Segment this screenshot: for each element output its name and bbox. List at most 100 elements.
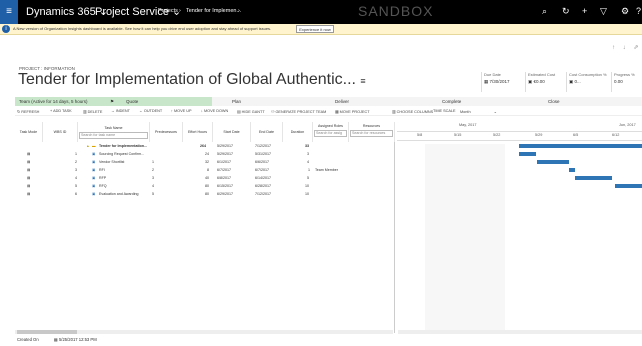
top-nav-bar: ≡ Dynamics 365 ⌄ Project Service ⌄ Proje… <box>0 0 642 24</box>
column-header-predecessors[interactable]: Predecessors <box>150 122 183 142</box>
gear-icon[interactable]: ⚙ <box>621 6 629 17</box>
table-row[interactable]: ▴ ▬ Tender for Implementation... 264 5/2… <box>15 143 395 150</box>
list-icon: ≡ <box>360 76 366 86</box>
lock-icon: ▣ <box>528 79 533 84</box>
gantt-bar[interactable] <box>615 184 642 188</box>
resources-search-input[interactable]: Search for resources <box>350 130 393 137</box>
task-icon: ▣ <box>92 160 96 164</box>
gantt-day-label: 5/8 <box>417 133 423 137</box>
filter-icon[interactable]: ▽ <box>600 6 607 17</box>
task-mode-icon: ▤ <box>27 160 31 164</box>
column-header-end-date[interactable]: End Date <box>251 122 283 142</box>
gantt-month-label: Jun, 2017 <box>619 123 636 127</box>
notification-bar: i A New version of Organization Insights… <box>0 24 642 35</box>
add-task-button[interactable]: + ADD TASK <box>50 109 72 113</box>
gantt-bar-summary[interactable] <box>519 144 642 148</box>
stage-close[interactable]: Close <box>548 97 560 106</box>
column-header-wbs-id[interactable]: WBS ID <box>43 122 78 142</box>
move-project-button[interactable]: ▦ MOVE PROJECT <box>335 109 370 114</box>
task-mode-icon: ▤ <box>27 152 31 156</box>
generate-team-button[interactable]: ⚇ GENERATE PROJECT TEAM <box>271 109 326 114</box>
task-icon: ▣ <box>92 152 96 156</box>
indent-icon: → <box>111 109 115 113</box>
arrow-up-icon: ↑ <box>171 109 173 113</box>
roles-search-input[interactable]: Search for assig <box>314 130 347 137</box>
task-grid: Task Mode WBS ID Task Name Search for ta… <box>15 122 395 333</box>
refresh-icon: ↻ <box>17 110 21 114</box>
outdent-button[interactable]: ← OUTDENT <box>139 109 162 113</box>
table-row[interactable]: ▤ 2 ▣ Vendor Shortlist 1 32 6/1/2017 6/6… <box>15 159 395 166</box>
column-header-duration[interactable]: Duration <box>283 122 313 142</box>
table-row[interactable]: ▤ 1 ▣ Sourcing Request Confirm... 24 5/2… <box>15 151 395 158</box>
notification-text: A New version of Organization Insights d… <box>13 26 272 31</box>
columns-icon: ▥ <box>392 110 396 114</box>
indent-button[interactable]: → INDENT <box>111 109 130 113</box>
breadcrumb-record[interactable]: Tender for Implemen... <box>186 8 241 14</box>
table-row[interactable]: ▤ 4 ▣ RFP 3 40 6/8/2017 6/14/2017 5 <box>15 175 395 182</box>
task-mode-icon: ▤ <box>27 176 31 180</box>
arrow-down-icon: ↓ <box>201 109 203 113</box>
folder-icon: ▬ <box>92 144 96 148</box>
outdent-icon: ← <box>139 109 143 113</box>
table-row[interactable]: ▤ 3 ▣ RFI 2 8 6/7/2017 6/7/2017 1 Team M… <box>15 167 395 174</box>
stage-deliver[interactable]: Deliver <box>335 97 349 106</box>
move-up-button[interactable]: ↑ MOVE UP <box>171 109 191 113</box>
gantt-scrollbar-track[interactable] <box>398 330 642 334</box>
calendar-icon: ▦ <box>484 79 489 84</box>
task-icon: ▣ <box>92 168 96 172</box>
command-bar: ↻ REFRESH + ADD TASK ▥ DELETE → INDENT ←… <box>15 108 642 116</box>
time-scale-select[interactable]: Month ⌄ <box>460 109 497 114</box>
stage-quote[interactable]: Quote <box>122 97 212 106</box>
calendar-icon: ▦ <box>53 337 58 342</box>
time-scale-label: TIME SCALE <box>433 109 456 113</box>
task-mode-icon: ▤ <box>27 192 31 196</box>
cost-consumption-field: Cost Consumption % ▣ 0... <box>566 72 607 92</box>
task-icon: ▣ <box>92 176 96 180</box>
collapse-icon[interactable]: ▴ <box>87 144 89 148</box>
gantt-bar[interactable] <box>569 168 575 172</box>
breadcrumb-separator: › <box>179 8 181 14</box>
gantt-month-label: May, 2017 <box>459 123 477 127</box>
column-header-task-name[interactable]: Task Name Search for task name <box>78 122 150 142</box>
plus-icon[interactable]: + <box>582 6 587 16</box>
gantt-bar[interactable] <box>519 152 536 156</box>
gantt-header-divider <box>397 140 642 141</box>
column-header-task-mode[interactable]: Task Mode <box>15 122 43 142</box>
refresh-button[interactable]: ↻ REFRESH <box>17 109 39 114</box>
column-header-resources[interactable]: Resources Search for resources <box>349 122 395 142</box>
task-search-input[interactable]: Search for task name <box>79 132 148 139</box>
active-stage-label[interactable]: Team (Active for 14 days, 5 hours) <box>15 97 110 106</box>
gantt-bar[interactable] <box>537 160 569 164</box>
delete-button[interactable]: ▥ DELETE <box>83 109 102 114</box>
move-icon: ▦ <box>335 110 339 114</box>
stage-plan[interactable]: Plan <box>232 97 241 106</box>
column-header-effort-hours[interactable]: Effort Hours <box>183 122 213 142</box>
history-icon[interactable]: ↻ <box>562 6 570 17</box>
gantt-day-label: 5/22 <box>493 133 501 137</box>
grid-scrollbar-thumb[interactable] <box>17 330 77 334</box>
column-header-start-date[interactable]: Start Date <box>213 122 251 142</box>
stage-complete[interactable]: Complete <box>442 97 461 106</box>
table-row[interactable]: ▤ 5 ▣ RFQ 4 80 6/15/2017 6/28/2017 10 <box>15 183 395 190</box>
lock-icon: ▣ <box>569 79 574 84</box>
flag-icon: ⚑ <box>110 97 122 106</box>
app-launcher-icon[interactable]: ≡ <box>0 0 18 24</box>
experience-button[interactable]: Experience it now <box>296 25 334 33</box>
move-down-button[interactable]: ↓ MOVE DOWN <box>201 109 228 113</box>
column-header-assigned-roles[interactable]: Assigned Roles Search for assig <box>313 122 349 142</box>
task-icon: ▣ <box>92 184 96 188</box>
info-icon: i <box>2 25 10 33</box>
record-nav-arrows[interactable]: ↑ ↓ ⇗ <box>612 44 641 51</box>
gantt-icon: ▤ <box>237 110 241 114</box>
help-icon[interactable]: ? <box>636 6 641 16</box>
hide-gantt-button[interactable]: ▤ HIDE GANTT <box>237 109 265 114</box>
search-icon[interactable]: ⌕ <box>542 6 547 17</box>
gantt-bar[interactable] <box>575 176 612 180</box>
table-row[interactable]: ▤ 6 ▣ Evaluation and Awarding 5 80 6/29/… <box>15 191 395 198</box>
choose-columns-button[interactable]: ▥ CHOOSE COLUMNS <box>392 109 433 114</box>
gantt-day-label: 5/15 <box>454 133 462 137</box>
due-date-field: Due Date ▦ 7/30/2017 <box>481 72 510 92</box>
breadcrumb-projects[interactable]: Projects <box>158 8 178 14</box>
trash-icon: ▥ <box>83 110 87 114</box>
created-on-field: Created On ▦ 5/25/2017 12:53 PM <box>17 337 97 342</box>
